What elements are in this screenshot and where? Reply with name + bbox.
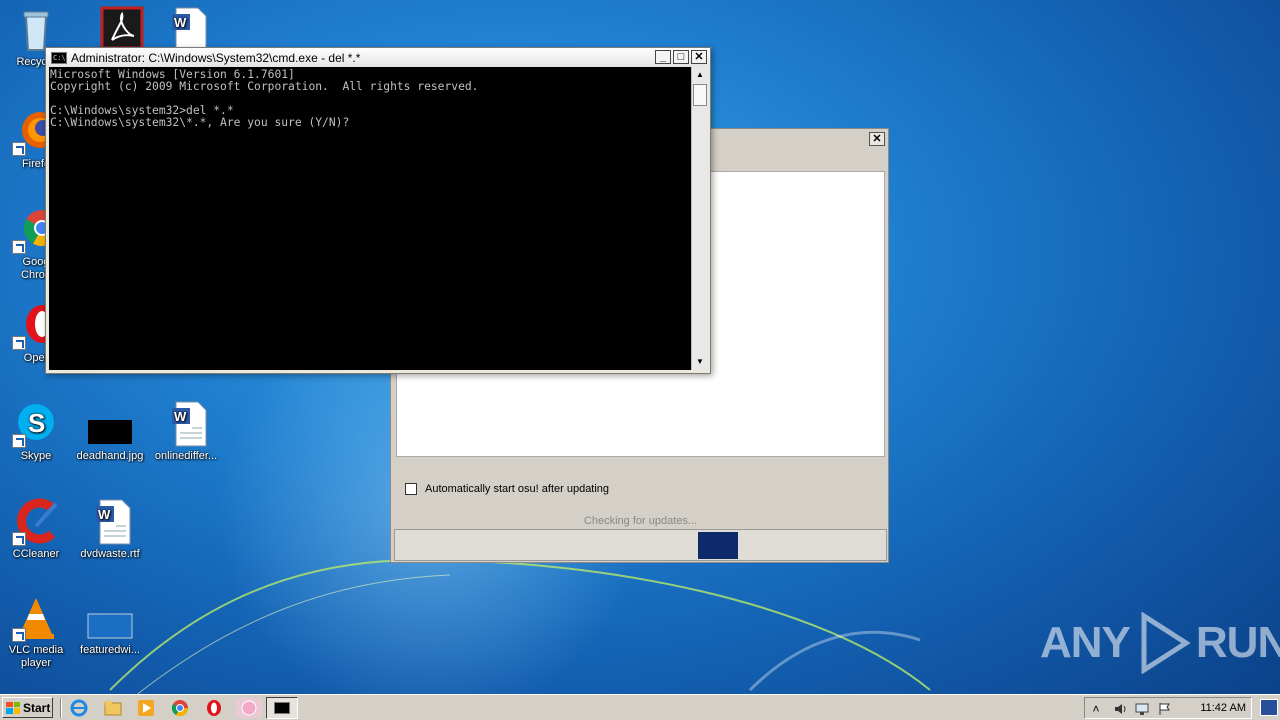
watermark-right-text: RUN <box>1195 618 1280 667</box>
cmd-icon <box>274 702 290 714</box>
svg-text:W: W <box>174 409 187 424</box>
osu-progress-fill <box>698 532 738 559</box>
cmd-console[interactable]: Microsoft Windows [Version 6.1.7601] Copy… <box>49 67 691 370</box>
taskbar-separator <box>60 698 62 718</box>
windows-flag-icon <box>6 701 20 714</box>
shortcut-arrow-icon <box>12 628 26 642</box>
desktop-icon-skype[interactable]: S Skype <box>0 400 72 463</box>
console-line: Copyright (c) 2009 Microsoft Corporation… <box>50 80 479 93</box>
vlc-label-line-1: VLC media <box>8 644 64 656</box>
desktop-icon-deadhand[interactable]: deadhand.jpg <box>74 400 146 463</box>
scroll-up-arrow-icon[interactable]: ▲ <box>692 67 708 83</box>
cmd-window: C:\ Administrator: C:\Windows\System32\c… <box>45 47 711 374</box>
show-desktop-button[interactable] <box>1260 699 1278 716</box>
volume-icon[interactable] <box>1113 702 1127 716</box>
clock[interactable]: 11:42 AM <box>1200 702 1246 714</box>
shortcut-arrow-icon <box>12 336 26 350</box>
vlc-label-line-2: player <box>21 657 51 669</box>
cmd-title: Administrator: C:\Windows\System32\cmd.e… <box>71 50 361 65</box>
chrome-icon[interactable] <box>171 699 189 717</box>
osu-progress-bar <box>394 529 887 561</box>
osu-autostart-checkbox[interactable] <box>405 483 417 495</box>
svg-text:S: S <box>28 408 45 438</box>
osu-autostart-row[interactable]: Automatically start osu! after updating <box>405 483 609 495</box>
chevron-up-icon[interactable]: ˄ <box>1089 702 1103 716</box>
shortcut-arrow-icon <box>12 142 26 156</box>
maximize-button[interactable]: □ <box>673 50 689 64</box>
desktop-icon-featuredwi[interactable]: featuredwi... <box>74 594 146 657</box>
explorer-icon[interactable] <box>104 699 122 717</box>
desktop-icon-ccleaner[interactable]: CCleaner <box>0 498 72 561</box>
cmd-titlebar[interactable]: C:\ Administrator: C:\Windows\System32\c… <box>46 48 710 67</box>
internet-explorer-icon[interactable] <box>70 699 88 717</box>
action-center-flag-icon[interactable] <box>1157 702 1171 716</box>
taskbar-cmd-button[interactable] <box>266 697 298 719</box>
start-button[interactable]: Start <box>2 697 53 718</box>
osu-icon[interactable] <box>236 698 262 718</box>
desktop-icon-vlc[interactable]: VLC media player <box>0 594 72 670</box>
image-file-icon <box>86 594 134 642</box>
watermark-left-text: ANY <box>1040 618 1131 667</box>
start-label: Start <box>23 700 51 715</box>
network-icon[interactable] <box>1135 702 1149 716</box>
word-doc-icon: W <box>86 498 134 546</box>
scroll-down-arrow-icon[interactable]: ▼ <box>692 354 708 370</box>
osu-close-button[interactable]: ✕ <box>869 132 885 146</box>
skype-icon: S <box>12 400 60 448</box>
minimize-button[interactable]: _ <box>655 50 671 64</box>
vlc-icon <box>12 594 60 642</box>
cmd-scrollbar[interactable]: ▲ ▼ <box>691 67 708 370</box>
svg-text:W: W <box>174 15 187 30</box>
cmd-icon: C:\ <box>51 51 67 64</box>
console-line: C:\Windows\system32\*.*, Are you sure (Y… <box>50 116 350 129</box>
taskbar: Start ˄ 11:42 AM <box>0 694 1280 720</box>
anyrun-watermark: ANY RUN <box>1040 612 1280 674</box>
shortcut-arrow-icon <box>12 532 26 546</box>
osu-autostart-label: Automatically start osu! after updating <box>425 483 610 495</box>
svg-text:W: W <box>98 507 111 522</box>
media-player-icon[interactable] <box>137 699 155 717</box>
osu-status-text: Checking for updates... <box>583 515 698 527</box>
opera-icon[interactable] <box>205 699 223 717</box>
desktop-icon-onlinediffer[interactable]: W onlinediffer... <box>150 400 222 463</box>
image-file-icon <box>86 400 134 448</box>
shortcut-arrow-icon <box>12 434 26 448</box>
shortcut-arrow-icon <box>12 240 26 254</box>
scroll-thumb[interactable] <box>693 84 707 106</box>
close-button[interactable]: ✕ <box>691 50 707 64</box>
ccleaner-icon <box>12 498 60 546</box>
desktop-icon-dvdwaste[interactable]: W dvdwaste.rtf <box>74 498 146 561</box>
word-doc-icon: W <box>162 400 210 448</box>
system-tray: ˄ 11:42 AM <box>1084 697 1252 719</box>
play-logo-icon <box>1141 612 1191 674</box>
